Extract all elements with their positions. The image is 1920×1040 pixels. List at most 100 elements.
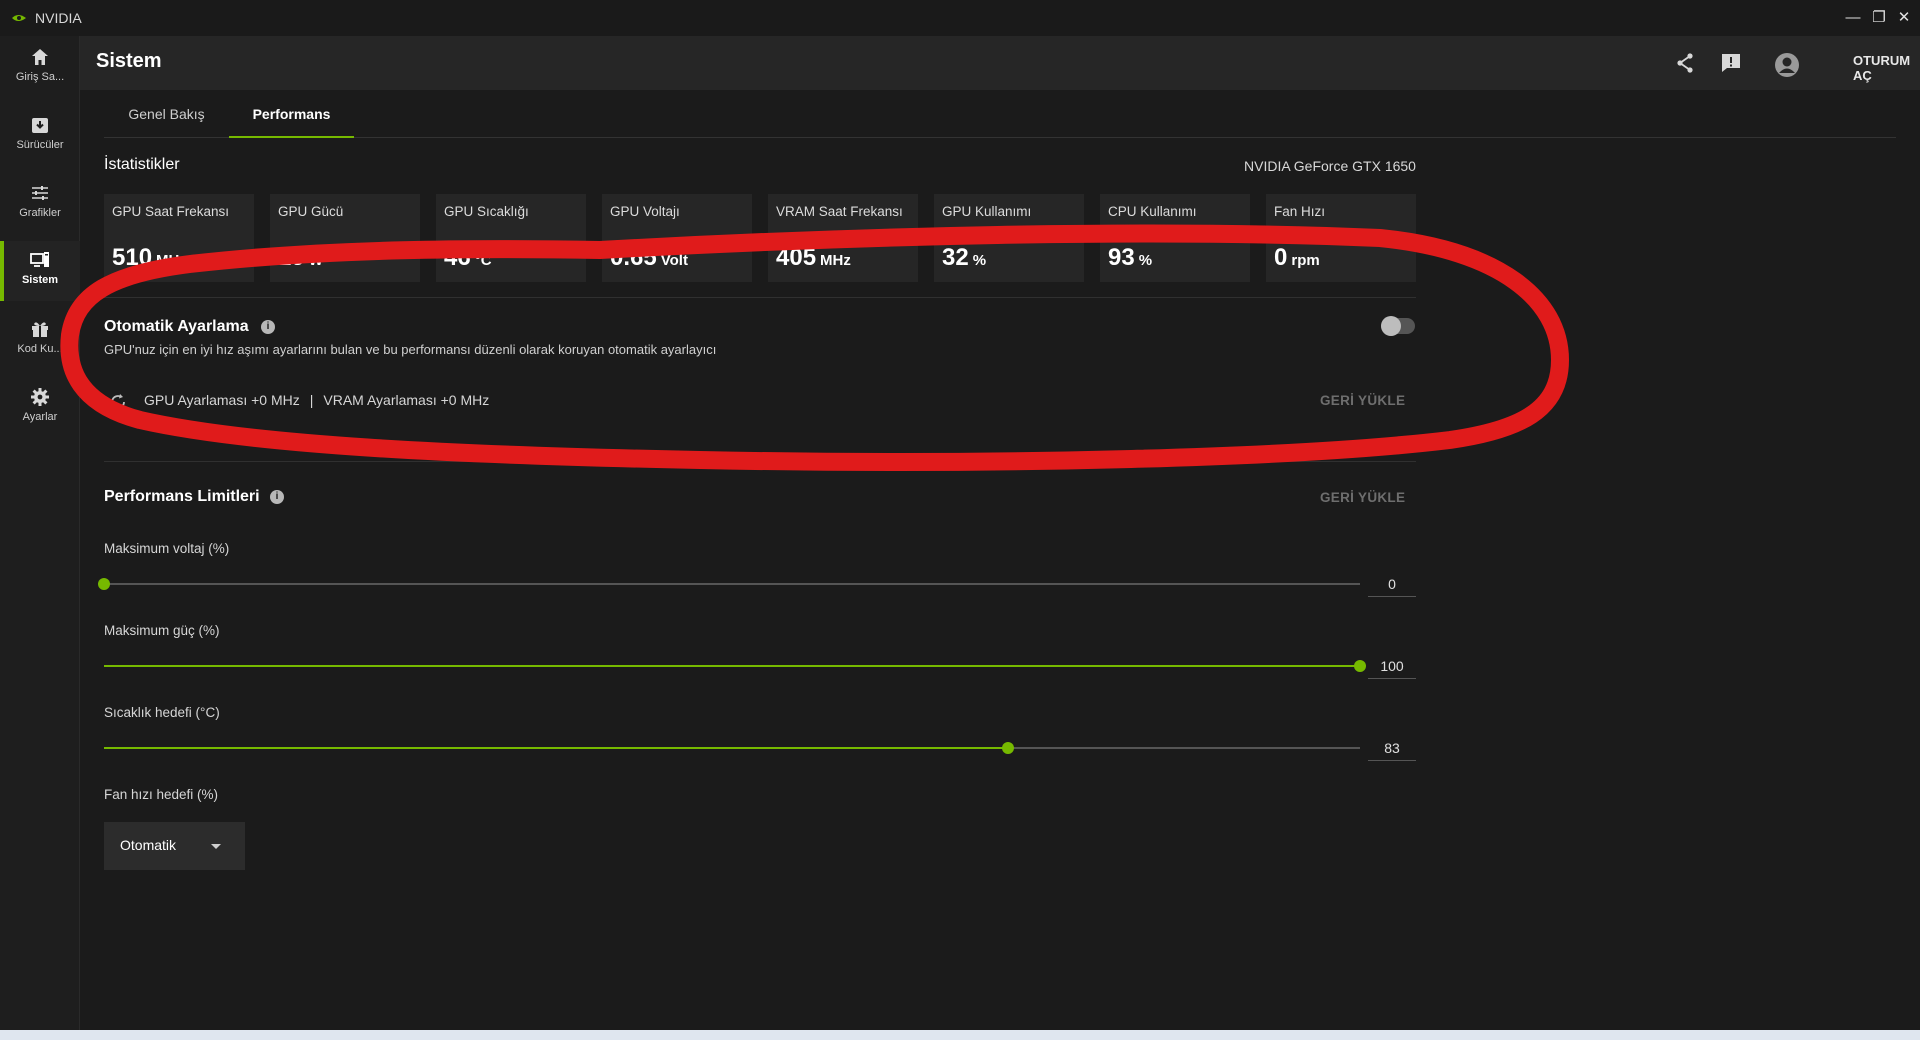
power-slider-label: Maksimum güç (%) bbox=[104, 623, 220, 638]
red-annotation-loop bbox=[60, 224, 1569, 471]
download-icon bbox=[32, 118, 48, 133]
tab-performance[interactable]: Performans bbox=[229, 90, 354, 138]
stat-number: 19 bbox=[278, 244, 305, 271]
sidebar-item-settings[interactable]: Ayarlar bbox=[0, 378, 80, 438]
sidebar: Giriş Sa... Sürücüler Grafikler Sistem K… bbox=[0, 36, 80, 1030]
slider-thumb[interactable] bbox=[1002, 742, 1015, 754]
refresh-icon bbox=[111, 394, 125, 409]
stat-value: 0.65 Volt bbox=[610, 244, 688, 272]
stat-label: Fan Hızı bbox=[1274, 204, 1326, 219]
sidebar-item-redeem[interactable]: Kod Ku... bbox=[0, 310, 80, 370]
stat-value: 405 MHz bbox=[776, 244, 851, 272]
user-avatar[interactable] bbox=[1774, 52, 1800, 78]
stat-label: VRAM Saat Frekansı bbox=[776, 204, 903, 219]
taskbar-strip bbox=[0, 1030, 1920, 1040]
gift-icon bbox=[32, 322, 48, 337]
voltage-slider-label: Maksimum voltaj (%) bbox=[104, 541, 230, 556]
sidebar-item-label: Sistem bbox=[21, 274, 59, 286]
gpu-name: NVIDIA GeForce GTX 1650 bbox=[1244, 158, 1416, 174]
divider bbox=[104, 461, 1416, 462]
stat-value: 19 W bbox=[278, 244, 323, 272]
stat-number: 0.65 bbox=[610, 244, 657, 271]
stat-unit: MHz bbox=[820, 252, 851, 269]
stat-card-gpu-voltage: GPU Voltajı 0.65 Volt bbox=[602, 194, 752, 282]
auto-tune-reset-button[interactable]: GERİ YÜKLE bbox=[1320, 393, 1405, 408]
stat-value: 510 MHz bbox=[112, 244, 187, 272]
stat-value: 93% bbox=[1108, 244, 1152, 272]
stat-number: 0 bbox=[1274, 244, 1288, 271]
stat-card-gpu-power: GPU Gücü 19 W bbox=[270, 194, 420, 282]
stat-label: GPU Sıcaklığı bbox=[444, 204, 529, 219]
system-icon bbox=[30, 252, 49, 267]
sliders-icon bbox=[32, 186, 48, 200]
slider-thumb[interactable] bbox=[1354, 660, 1366, 672]
gear-icon bbox=[31, 388, 49, 406]
home-icon bbox=[32, 49, 48, 65]
voltage-value-field[interactable]: 0 bbox=[1368, 571, 1416, 597]
auto-tune-title: Otomatik Ayarlama bbox=[104, 318, 249, 335]
login-button[interactable]: OTURUM AÇ bbox=[1853, 53, 1920, 83]
stat-unit: MHz bbox=[156, 252, 187, 269]
stat-value: 32% bbox=[942, 244, 986, 272]
sidebar-item-system[interactable]: Sistem bbox=[0, 241, 80, 301]
sidebar-item-label: Ayarlar bbox=[22, 411, 58, 423]
auto-tune-description: GPU'nuz için en iyi hız aşımı ayarlarını… bbox=[104, 342, 717, 357]
sidebar-item-home[interactable]: Giriş Sa... bbox=[0, 38, 80, 98]
stat-label: GPU Gücü bbox=[278, 204, 344, 219]
share-icon bbox=[1677, 53, 1693, 73]
power-value-field[interactable]: 100 bbox=[1368, 653, 1416, 679]
stat-number: 510 bbox=[112, 244, 153, 271]
fan-mode-dropdown[interactable]: Otomatik bbox=[104, 822, 245, 870]
stat-number: 32 bbox=[942, 244, 969, 271]
feedback-icon bbox=[1722, 54, 1740, 72]
info-icon[interactable]: i bbox=[261, 320, 275, 334]
page-title: Sistem bbox=[96, 50, 162, 72]
sidebar-item-drivers[interactable]: Sürücüler bbox=[0, 106, 80, 166]
app-window: NVIDIA — ❐ ✕ Giriş Sa... Sürücüler Grafi… bbox=[0, 0, 1920, 1040]
divider bbox=[104, 297, 1416, 298]
stat-number: 405 bbox=[776, 244, 817, 271]
tuning-separator: | bbox=[309, 392, 314, 408]
toggle-knob bbox=[1381, 316, 1401, 336]
limits-reset-button[interactable]: GERİ YÜKLE bbox=[1320, 490, 1405, 505]
feedback-button[interactable] bbox=[1718, 50, 1744, 76]
temperature-value-field[interactable]: 83 bbox=[1368, 735, 1416, 761]
stat-card-gpu-usage: GPU Kullanımı 32% bbox=[934, 194, 1084, 282]
tab-overview[interactable]: Genel Bakış bbox=[104, 90, 229, 138]
sidebar-item-label: Kod Ku... bbox=[17, 343, 63, 355]
temperature-slider-label: Sıcaklık hedefi (°C) bbox=[104, 705, 220, 720]
stat-card-cpu-usage: CPU Kullanımı 93% bbox=[1100, 194, 1250, 282]
share-button[interactable] bbox=[1672, 50, 1698, 76]
voltage-slider[interactable] bbox=[98, 578, 1360, 590]
stat-unit: °C bbox=[474, 252, 492, 269]
slider-thumb[interactable] bbox=[98, 578, 110, 590]
temperature-slider[interactable] bbox=[104, 742, 1360, 754]
app-name: NVIDIA bbox=[35, 10, 82, 26]
minimize-button[interactable]: — bbox=[1843, 8, 1863, 28]
sidebar-item-label: Giriş Sa... bbox=[15, 71, 65, 83]
stat-number: 93 bbox=[1108, 244, 1135, 271]
user-icon bbox=[1775, 53, 1799, 77]
stat-card-gpu-temp: GPU Sıcaklığı 46 °C bbox=[436, 194, 586, 282]
auto-tune-toggle[interactable] bbox=[1381, 316, 1415, 336]
stat-label: GPU Saat Frekansı bbox=[112, 204, 230, 219]
sidebar-item-graphics[interactable]: Grafikler bbox=[0, 174, 80, 234]
stat-label: GPU Voltajı bbox=[610, 204, 680, 219]
stat-card-gpu-clock: GPU Saat Frekansı 510 MHz bbox=[104, 194, 254, 282]
tuning-summary: GPU Ayarlaması +0 MHz | VRAM Ayarlaması +0… bbox=[144, 392, 489, 408]
power-slider[interactable] bbox=[104, 660, 1366, 672]
nvidia-logo-icon bbox=[12, 15, 26, 21]
stat-value: 0 rpm bbox=[1274, 244, 1320, 272]
info-icon[interactable]: i bbox=[270, 490, 284, 504]
restore-button[interactable]: ❐ bbox=[1869, 8, 1889, 28]
stat-unit: Volt bbox=[660, 252, 688, 269]
active-indicator bbox=[0, 241, 4, 301]
slider-fill bbox=[104, 747, 1009, 749]
sidebar-item-label: Sürücüler bbox=[16, 139, 64, 151]
slider-fill bbox=[104, 665, 1360, 667]
stat-number: 46 bbox=[444, 244, 471, 271]
tab-bar: Genel Bakış Performans bbox=[104, 90, 1896, 138]
chevron-down-icon bbox=[211, 844, 221, 849]
close-button[interactable]: ✕ bbox=[1894, 8, 1914, 28]
stat-unit: rpm bbox=[1291, 252, 1320, 269]
